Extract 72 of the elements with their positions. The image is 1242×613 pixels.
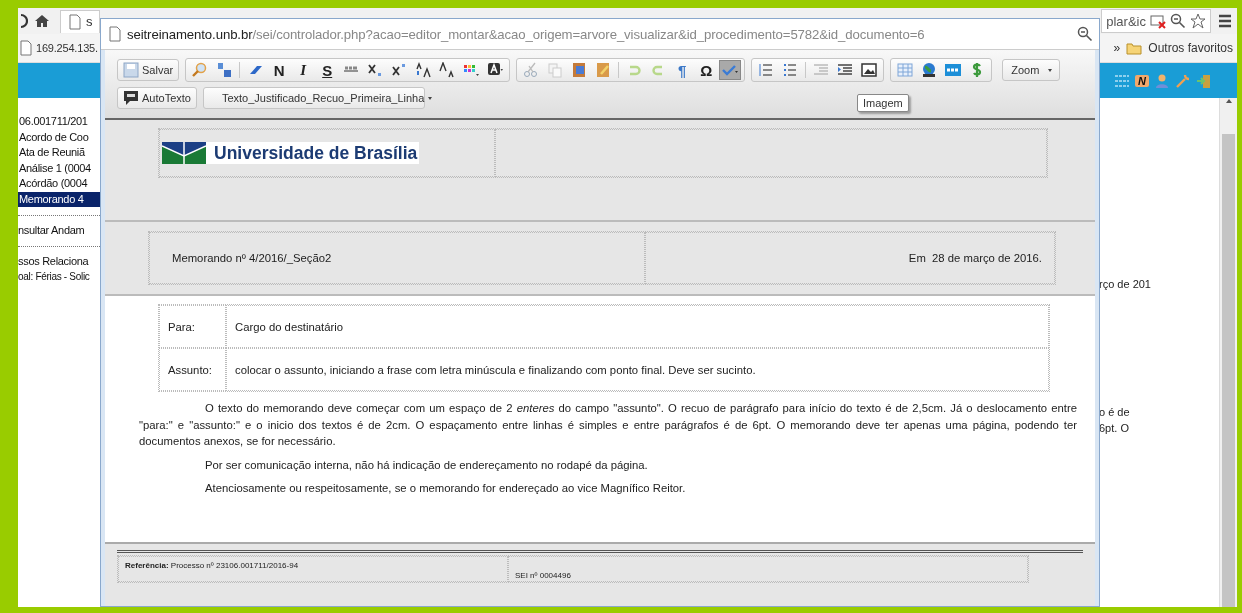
notes-badge[interactable]: N — [1135, 74, 1149, 87]
related-process[interactable]: oal: Férias - Solic — [18, 271, 100, 282]
tree-item[interactable]: Memorando 4 — [18, 191, 100, 207]
document-text: rço de 201 — [1099, 278, 1152, 290]
bookmark-folder[interactable]: Outros favoritos — [1148, 41, 1233, 55]
increase-font-icon[interactable] — [415, 62, 432, 78]
paste-text-icon[interactable] — [595, 62, 612, 78]
star-icon[interactable] — [1190, 13, 1206, 29]
speech-bubble-icon — [123, 90, 139, 106]
home-icon[interactable] — [34, 13, 50, 29]
tree-item[interactable]: Análise 1 (0004 — [18, 160, 100, 176]
paragraph: O texto do memorando deve começar com um espaço de 2 enteres do campo "assunto". O recuo de parágrafo para início do texto é de 2,5cm. Já o deslocamento entre "para:" e "assunto:" e o inicio dos textos é de 2cm. O espaçamento entre linhas é simples e entre parágrafos é de 6pt. O memorando deve ter apenas uma página, podendo ter documentos anexos, se for necessário. — [139, 401, 1077, 449]
bookmark-link[interactable]: 169.254.135. — [36, 42, 98, 54]
zoom-dropdown[interactable]: Zoom — [1002, 59, 1061, 81]
menu-icon[interactable] — [1217, 13, 1233, 29]
image-icon[interactable] — [861, 62, 878, 78]
subscript-icon[interactable] — [367, 62, 384, 78]
bold-button[interactable]: N — [268, 60, 291, 80]
spellcheck-button[interactable] — [719, 60, 742, 80]
institution-name: Universidade de Brasília — [214, 142, 418, 164]
numbered-list-icon[interactable] — [758, 62, 775, 78]
reload-icon[interactable] — [18, 13, 28, 29]
floppy-icon — [123, 62, 139, 78]
address-label: Para: — [159, 305, 226, 348]
replace-icon[interactable] — [216, 62, 233, 78]
autotext-button[interactable]: AutoTexto — [117, 87, 197, 109]
address-bar[interactable]: plar&ic — [1101, 9, 1211, 33]
document-icon — [67, 13, 83, 30]
special-character-button[interactable]: Ω — [695, 60, 718, 80]
tooltip: Imagem — [857, 94, 909, 112]
scrollbar-thumb[interactable] — [1222, 134, 1235, 607]
search-icon[interactable] — [192, 62, 209, 78]
paste-word-icon[interactable] — [571, 62, 588, 78]
memo-number: Memorando nº 4/2016/_Seção2 — [149, 232, 645, 284]
superscript-icon[interactable] — [391, 62, 408, 78]
menu-link[interactable]: ssos Relaciona — [18, 253, 100, 269]
decrease-font-icon[interactable] — [439, 62, 456, 78]
address-value: colocar o assunto, iniciando a frase com letra minúscula e finalizando com ponto final. Deve ser sucinto. — [226, 348, 1049, 391]
blocked-popup-icon[interactable] — [1150, 13, 1166, 29]
menu-link[interactable]: nsultar Andam — [18, 222, 100, 238]
footer-reference: Referência: Processo nº 23106.001711/2016-94 — [118, 556, 508, 582]
paragraph: Atenciosamente ou respeitosamente, se o memorando for endereçado ao vice Magnífico Reitor. — [204, 481, 687, 496]
document-text: o é de — [1099, 406, 1131, 418]
caret-icon[interactable] — [427, 95, 434, 101]
zoom-icon[interactable] — [1170, 13, 1186, 29]
memo-date: Em 28 de março de 2016. — [645, 232, 1055, 284]
paragraph: Por ser comunicação interna, não há indicação de endereçamento no rodapé da página. — [204, 457, 649, 473]
browser-tab[interactable]: s — [60, 9, 100, 33]
color-palette-icon[interactable] — [463, 63, 480, 77]
tree-item[interactable]: 06.001711/201 — [18, 114, 100, 130]
globe-icon[interactable] — [921, 62, 938, 78]
tree-item[interactable]: Acórdão (0004 — [18, 176, 100, 192]
address-value: Cargo do destinatário — [226, 305, 1049, 348]
more-bookmarks-button[interactable]: » — [1113, 41, 1121, 55]
document-icon — [107, 26, 123, 42]
document-text: 6pt. O — [1099, 422, 1130, 434]
footer-sei-number: SEI nº 0004496 — [508, 556, 1028, 582]
background-color-icon[interactable] — [487, 62, 504, 78]
indent-icon[interactable] — [837, 62, 854, 78]
bulleted-list-icon[interactable] — [782, 62, 799, 78]
caret-icon[interactable] — [1047, 67, 1054, 73]
underline-button[interactable]: S — [316, 60, 339, 80]
checkmark-icon — [722, 62, 739, 78]
address-label: Assunto: — [159, 348, 226, 391]
paragraph-marks-button[interactable]: ¶ — [671, 60, 694, 80]
sei-logo-icon[interactable] — [945, 62, 962, 78]
save-button[interactable]: Salvar — [117, 59, 180, 81]
italic-button[interactable]: I — [292, 60, 315, 80]
tree-item[interactable]: Acordo de Coo — [18, 129, 100, 145]
tree-item[interactable]: Ata de Reuniã — [18, 145, 100, 161]
url-text: seitreinamento.unb.br/sei/controlador.php?acao=editor_montar&acao_origem=arvore_visualizar&id_procedimento=5782&id_documento=6 — [127, 26, 926, 42]
zoom-icon[interactable] — [1077, 26, 1093, 42]
